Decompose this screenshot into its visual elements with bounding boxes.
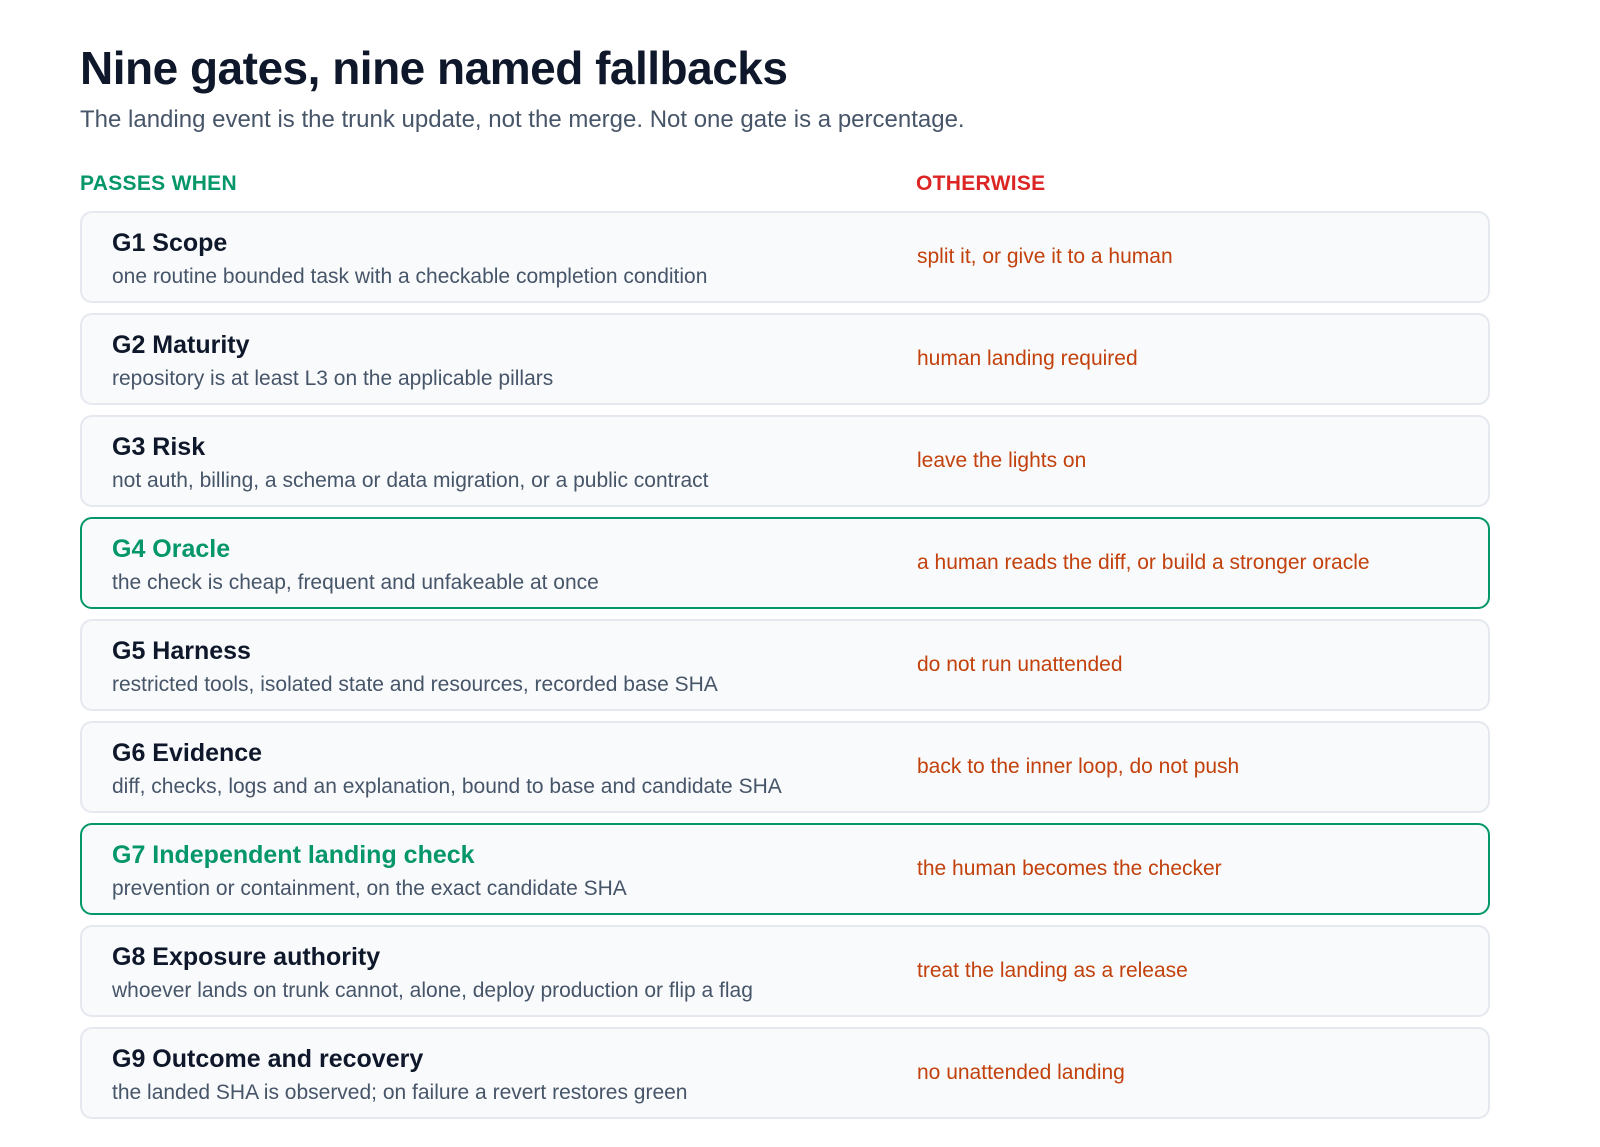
gate-list: G1 Scope one routine bounded task with a… [80, 211, 1490, 1119]
gate-title: G9 Outcome and recovery [112, 1045, 424, 1073]
gate-row-g3: G3 Risk not auth, billing, a schema or d… [80, 415, 1490, 507]
gate-title: G2 Maturity [112, 331, 250, 359]
gate-title: G1 Scope [112, 229, 228, 257]
gate-condition: whoever lands on trunk cannot, alone, de… [112, 979, 753, 1002]
gate-row-g2: G2 Maturity repository is at least L3 on… [80, 313, 1490, 405]
gate-row-g6: G6 Evidence diff, checks, logs and an ex… [80, 721, 1490, 813]
page-title: Nine gates, nine named fallbacks [80, 42, 788, 94]
gate-condition: repository is at least L3 on the applica… [112, 367, 554, 390]
gate-fallback: human landing required [917, 347, 1138, 370]
gate-fallback: split it, or give it to a human [917, 245, 1173, 268]
page-subtitle: The landing event is the trunk update, n… [80, 106, 965, 133]
gate-fallback: do not run unattended [917, 653, 1123, 676]
gate-row-g8: G8 Exposure authority whoever lands on t… [80, 925, 1490, 1017]
gate-condition: restricted tools, isolated state and res… [112, 673, 718, 696]
column-headers: PASSES WHEN OTHERWISE [80, 170, 1490, 198]
gate-condition: the check is cheap, frequent and unfakea… [112, 571, 599, 594]
gate-condition: diff, checks, logs and an explanation, b… [112, 775, 782, 798]
column-header-otherwise: OTHERWISE [916, 172, 1046, 195]
gate-title: G4 Oracle [112, 535, 231, 563]
gate-condition: the landed SHA is observed; on failure a… [112, 1081, 688, 1104]
gate-title: G3 Risk [112, 433, 206, 461]
gate-row-g4: G4 Oracle the check is cheap, frequent a… [80, 517, 1490, 609]
gate-fallback: no unattended landing [917, 1061, 1125, 1084]
gate-row-g1: G1 Scope one routine bounded task with a… [80, 211, 1490, 303]
gate-title: G6 Evidence [112, 739, 263, 767]
column-header-passes-when: PASSES WHEN [80, 172, 237, 195]
gate-row-g7: G7 Independent landing check prevention … [80, 823, 1490, 915]
gate-fallback: a human reads the diff, or build a stron… [917, 551, 1370, 574]
gate-condition: prevention or containment, on the exact … [112, 877, 627, 900]
gate-row-g9: G9 Outcome and recovery the landed SHA i… [80, 1027, 1490, 1119]
gate-fallback: treat the landing as a release [917, 959, 1188, 982]
gate-fallback: back to the inner loop, do not push [917, 755, 1240, 778]
gates-page: Nine gates, nine named fallbacks The lan… [0, 0, 1600, 1147]
gate-row-g5: G5 Harness restricted tools, isolated st… [80, 619, 1490, 711]
gate-title: G7 Independent landing check [112, 841, 475, 869]
gate-title: G5 Harness [112, 637, 251, 665]
gate-fallback: leave the lights on [917, 449, 1087, 472]
gate-title: G8 Exposure authority [112, 943, 381, 971]
gate-condition: not auth, billing, a schema or data migr… [112, 469, 709, 492]
gate-fallback: the human becomes the checker [917, 857, 1222, 880]
gate-condition: one routine bounded task with a checkabl… [112, 265, 708, 288]
